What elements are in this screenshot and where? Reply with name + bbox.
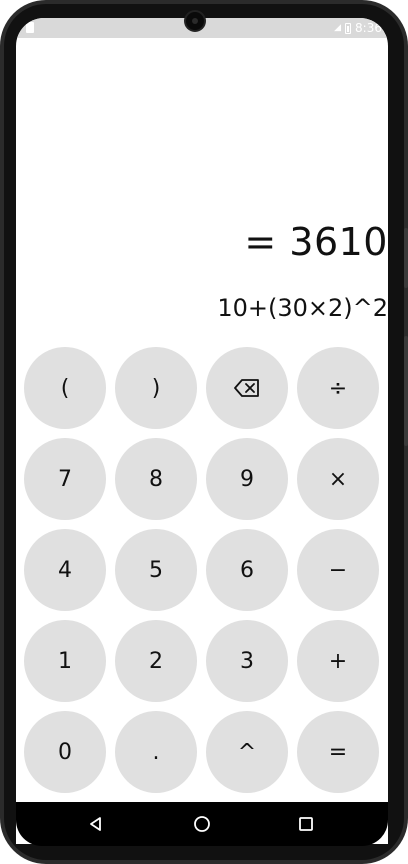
volume-button (404, 228, 408, 288)
digit-5-key[interactable]: 5 (115, 529, 197, 611)
front-camera (186, 12, 204, 30)
open-paren-key[interactable]: ( (24, 347, 106, 429)
digit-6-key[interactable]: 6 (206, 529, 288, 611)
status-icons: ◢ 8:36 (334, 18, 382, 38)
status-time: 8:36 (355, 21, 382, 35)
battery-icon (345, 22, 352, 34)
back-icon[interactable] (86, 814, 106, 834)
digit-2-key[interactable]: 2 (115, 620, 197, 702)
multiply-key[interactable]: × (297, 438, 379, 520)
key-label: 7 (58, 466, 72, 492)
key-label: 1 (58, 648, 72, 674)
close-paren-key[interactable]: ) (115, 347, 197, 429)
digit-1-key[interactable]: 1 (24, 620, 106, 702)
key-label: . (152, 739, 160, 765)
key-label: 4 (58, 557, 72, 583)
key-label: 8 (149, 466, 163, 492)
power-button (404, 336, 408, 446)
digit-4-key[interactable]: 4 (24, 529, 106, 611)
navigation-bar (16, 802, 388, 846)
key-label: 6 (240, 557, 254, 583)
recents-icon[interactable] (296, 814, 316, 834)
digit-3-key[interactable]: 3 (206, 620, 288, 702)
signal-icon: ◢ (334, 23, 342, 33)
key-label: 9 (240, 466, 254, 492)
digit-8-key[interactable]: 8 (115, 438, 197, 520)
power-key[interactable]: ^ (206, 711, 288, 793)
key-label: ( (60, 375, 70, 401)
key-label: 2 (149, 648, 163, 674)
key-label: 0 (58, 739, 72, 765)
decimal-key[interactable]: . (115, 711, 197, 793)
divide-key[interactable]: ÷ (297, 347, 379, 429)
key-label: ^ (237, 739, 257, 765)
result-display: = 3610 (244, 220, 388, 264)
minus-key[interactable]: − (297, 529, 379, 611)
key-label: = (328, 739, 348, 765)
key-label: 3 (240, 648, 254, 674)
digit-9-key[interactable]: 9 (206, 438, 288, 520)
notification-icon (26, 22, 34, 33)
equals-key[interactable]: = (297, 711, 379, 793)
digit-0-key[interactable]: 0 (24, 711, 106, 793)
key-label: ) (151, 375, 161, 401)
backspace-key[interactable] (206, 347, 288, 429)
plus-key[interactable]: + (297, 620, 379, 702)
key-label: − (328, 557, 348, 583)
key-label: ÷ (328, 375, 348, 401)
digit-7-key[interactable]: 7 (24, 438, 106, 520)
key-label: × (328, 466, 348, 492)
home-icon[interactable] (192, 814, 212, 834)
expression-display[interactable]: 10+(30×2)^2 (217, 294, 388, 322)
key-label: 5 (149, 557, 163, 583)
backspace-icon (234, 379, 259, 397)
key-label: + (328, 648, 348, 674)
